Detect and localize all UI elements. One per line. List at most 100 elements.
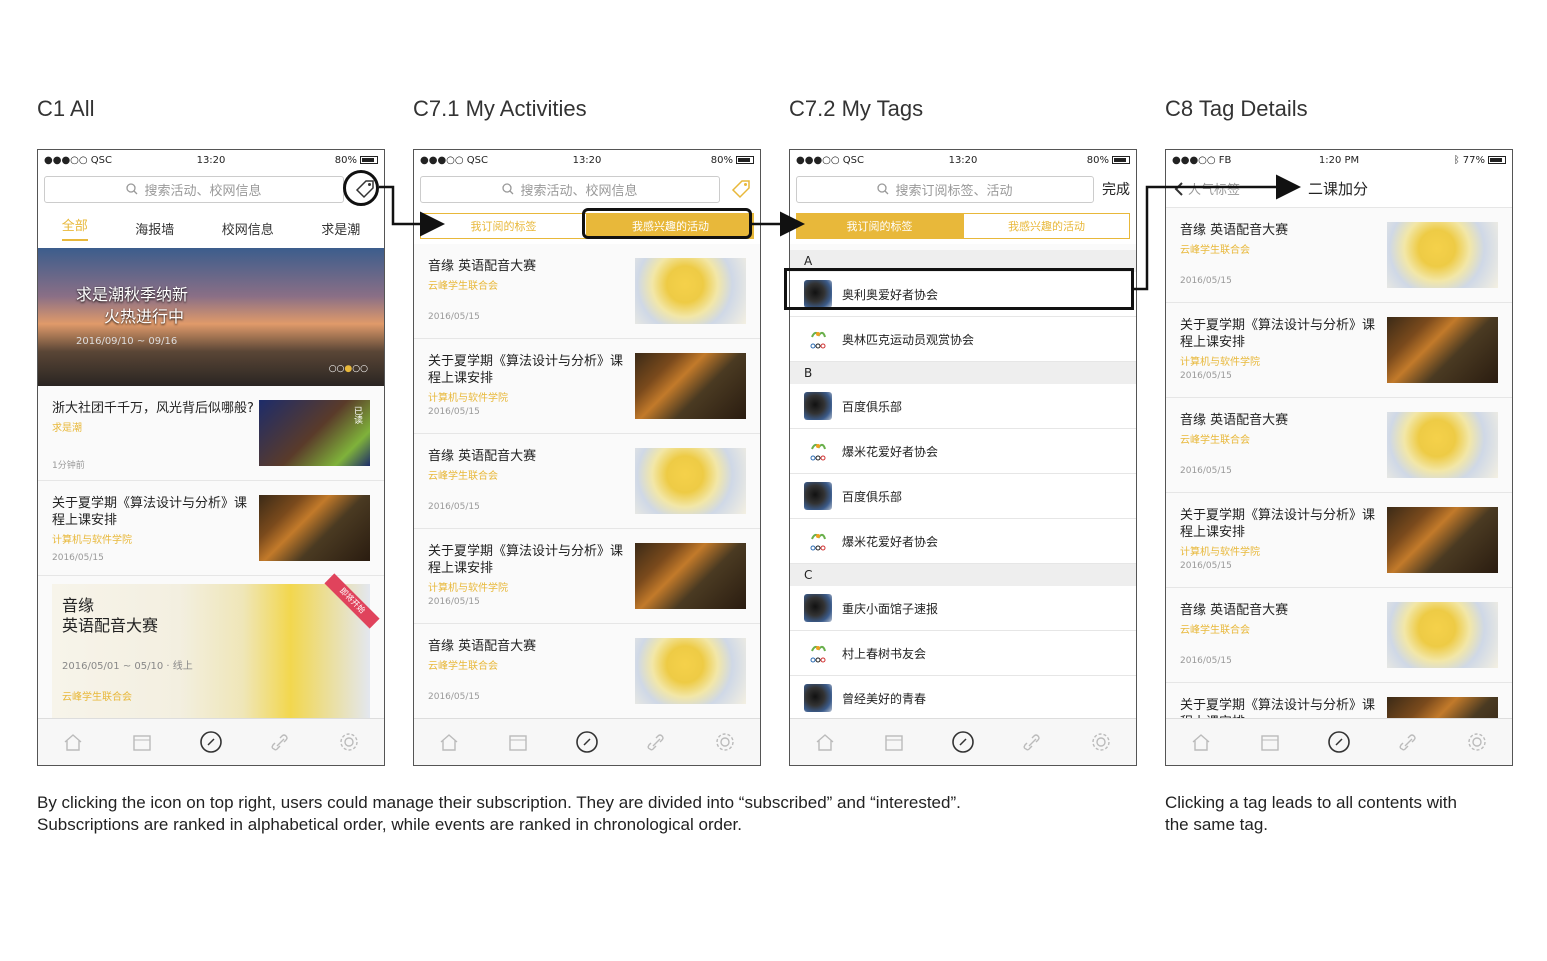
list-item[interactable]: 音缘 英语配音大赛 云峰学生联合会 2016/05/15 xyxy=(414,244,760,339)
link-icon[interactable] xyxy=(644,730,668,754)
status-bar: ●●●○○ QSC 13:20 80% xyxy=(38,150,384,170)
home-icon[interactable] xyxy=(1189,730,1213,754)
banner-date: 2016/09/10 ~ 09/16 xyxy=(76,336,178,347)
highlight-interested-tab xyxy=(582,208,752,239)
item-source: 云峰学生联合会 xyxy=(1180,625,1250,636)
event-title-1: 音缘 xyxy=(62,596,95,615)
clock: 13:20 xyxy=(196,154,226,166)
compass-icon[interactable] xyxy=(575,730,599,754)
home-icon[interactable] xyxy=(813,730,837,754)
caption-right-line1: Clicking a tag leads to all contents wit… xyxy=(1165,793,1457,812)
list-item[interactable]: 音缘 英语配音大赛 云峰学生联合会 2016/05/15 xyxy=(1166,398,1512,493)
search-input[interactable]: 搜索活动、校网信息 xyxy=(420,175,720,203)
seg-subscribed-tags[interactable]: 我订阅的标签 xyxy=(796,213,963,239)
list-item[interactable]: 浙大社团千千万，风光背后似哪般? 求是潮 1分钟前 已读 xyxy=(38,386,384,481)
section-letter: B xyxy=(790,362,1136,384)
battery-icon xyxy=(1112,156,1130,164)
tag-logo xyxy=(804,482,832,510)
list-item[interactable]: 音缘 英语配音大赛 云峰学生联合会 2016/05/15 xyxy=(1166,208,1512,303)
compass-icon[interactable] xyxy=(951,730,975,754)
tab-bar xyxy=(38,718,384,765)
tag-row[interactable]: 重庆小面馆子速报 xyxy=(790,586,1136,631)
banner[interactable]: 求是潮秋季纳新 火热进行中 2016/09/10 ~ 09/16 ○○●○○ xyxy=(38,248,384,386)
item-date: 2016/05/15 xyxy=(428,597,480,607)
gear-icon[interactable] xyxy=(1089,730,1113,754)
compass-icon[interactable] xyxy=(1327,730,1351,754)
tab-poster-wall[interactable]: 海报墙 xyxy=(135,219,174,238)
tag-row[interactable]: 奥林匹克运动员观赏协会 xyxy=(790,317,1136,362)
rio-logo-icon xyxy=(804,325,832,353)
item-date: 2016/05/15 xyxy=(428,312,480,322)
clock: 1:20 PM xyxy=(1318,154,1360,166)
battery-icon xyxy=(360,156,378,164)
item-thumbnail xyxy=(1387,412,1498,478)
battery-percent: 77% xyxy=(1462,154,1485,166)
item-thumbnail xyxy=(1387,222,1498,288)
link-icon[interactable] xyxy=(1020,730,1044,754)
calendar-icon[interactable] xyxy=(882,730,906,754)
rio-logo-icon xyxy=(804,437,832,465)
segment-control: 我订阅的标签 我感兴趣的活动 xyxy=(790,208,1136,244)
section-letter: C xyxy=(790,564,1136,586)
tab-bar xyxy=(1166,718,1512,765)
tag-row[interactable]: 爆米花爱好者协会 xyxy=(790,429,1136,474)
tab-bar xyxy=(414,718,760,765)
item-source: 云峰学生联合会 xyxy=(428,281,498,292)
calendar-icon[interactable] xyxy=(1258,730,1282,754)
tab-qsc[interactable]: 求是潮 xyxy=(321,219,360,238)
tab-all[interactable]: 全部 xyxy=(61,215,88,241)
tag-name: 奥林匹克运动员观赏协会 xyxy=(842,332,975,347)
clock: 13:20 xyxy=(572,154,602,166)
list-item[interactable]: 音缘 英语配音大赛 云峰学生联合会 2016/05/15 xyxy=(414,434,760,529)
calendar-icon[interactable] xyxy=(130,730,154,754)
compass-icon[interactable] xyxy=(199,730,223,754)
gear-icon[interactable] xyxy=(337,730,361,754)
item-date: 2016/05/15 xyxy=(1180,276,1232,286)
gear-icon[interactable] xyxy=(1465,730,1489,754)
seg-subscribed-tags[interactable]: 我订阅的标签 xyxy=(420,213,587,239)
seg-interested-activities[interactable]: 我感兴趣的活动 xyxy=(963,213,1130,239)
item-date: 2016/05/15 xyxy=(1180,466,1232,476)
tag-manage-button[interactable] xyxy=(728,176,754,202)
home-icon[interactable] xyxy=(61,730,85,754)
search-input[interactable]: 搜索活动、校网信息 xyxy=(44,175,344,203)
item-thumbnail xyxy=(635,258,746,324)
tag-row[interactable]: 村上春树书友会 xyxy=(790,631,1136,676)
clock: 13:20 xyxy=(948,154,978,166)
list-item[interactable]: 关于夏学期《算法设计与分析》课程上课安排 计算机与软件学院 2016/05/15 xyxy=(1166,303,1512,398)
tab-campus-info[interactable]: 校网信息 xyxy=(222,219,274,238)
home-icon[interactable] xyxy=(437,730,461,754)
list-item[interactable]: 关于夏学期《算法设计与分析》课程上课安排 计算机与软件学院 2016/05/15 xyxy=(414,529,760,624)
item-source: 计算机与软件学院 xyxy=(52,535,132,546)
event-card[interactable]: 音缘 英语配音大赛 2016/05/01 ~ 05/10 · 线上 云峰学生联合… xyxy=(52,573,380,719)
status-bar: ●●●○○ FB 1:20 PM ᛒ 77% xyxy=(1166,150,1512,170)
done-button[interactable]: 完成 xyxy=(1102,179,1130,199)
tag-row[interactable]: 曾经美好的青春 xyxy=(790,676,1136,721)
nav-bar: 人气标签 二课加分 xyxy=(1166,170,1512,208)
gear-icon[interactable] xyxy=(713,730,737,754)
tag-name: 百度俱乐部 xyxy=(842,399,903,414)
calendar-icon[interactable] xyxy=(506,730,530,754)
item-thumbnail xyxy=(1387,317,1498,383)
back-button[interactable]: 人气标签 xyxy=(1174,179,1240,198)
list-item[interactable]: 音缘 英语配音大赛 云峰学生联合会 2016/05/15 xyxy=(414,624,760,719)
tag-name: 村上春树书友会 xyxy=(842,646,927,661)
bluetooth-icon: ᛒ xyxy=(1453,154,1460,166)
back-label: 人气标签 xyxy=(1188,183,1241,198)
tag-row[interactable]: 百度俱乐部 xyxy=(790,384,1136,429)
list-item[interactable]: 关于夏学期《算法设计与分析》课程上课安排 计算机与软件学院 2016/05/15 xyxy=(38,481,384,576)
item-date: 2016/05/15 xyxy=(1180,656,1232,666)
link-icon[interactable] xyxy=(1396,730,1420,754)
tag-logo xyxy=(804,594,832,622)
tag-name: 爆米花爱好者协会 xyxy=(842,444,939,459)
search-input[interactable]: 搜索订阅标签、活动 xyxy=(796,175,1094,203)
banner-title: 求是潮秋季纳新 xyxy=(76,285,189,304)
tag-row[interactable]: 爆米花爱好者协会 xyxy=(790,519,1136,564)
read-badge: 已读 xyxy=(352,406,362,424)
battery-icon xyxy=(1488,156,1506,164)
list-item[interactable]: 关于夏学期《算法设计与分析》课程上课安排 计算机与软件学院 2016/05/15 xyxy=(1166,493,1512,588)
list-item[interactable]: 关于夏学期《算法设计与分析》课程上课安排 计算机与软件学院 2016/05/15 xyxy=(414,339,760,434)
link-icon[interactable] xyxy=(268,730,292,754)
tag-row[interactable]: 百度俱乐部 xyxy=(790,474,1136,519)
list-item[interactable]: 音缘 英语配音大赛 云峰学生联合会 2016/05/15 xyxy=(1166,588,1512,683)
